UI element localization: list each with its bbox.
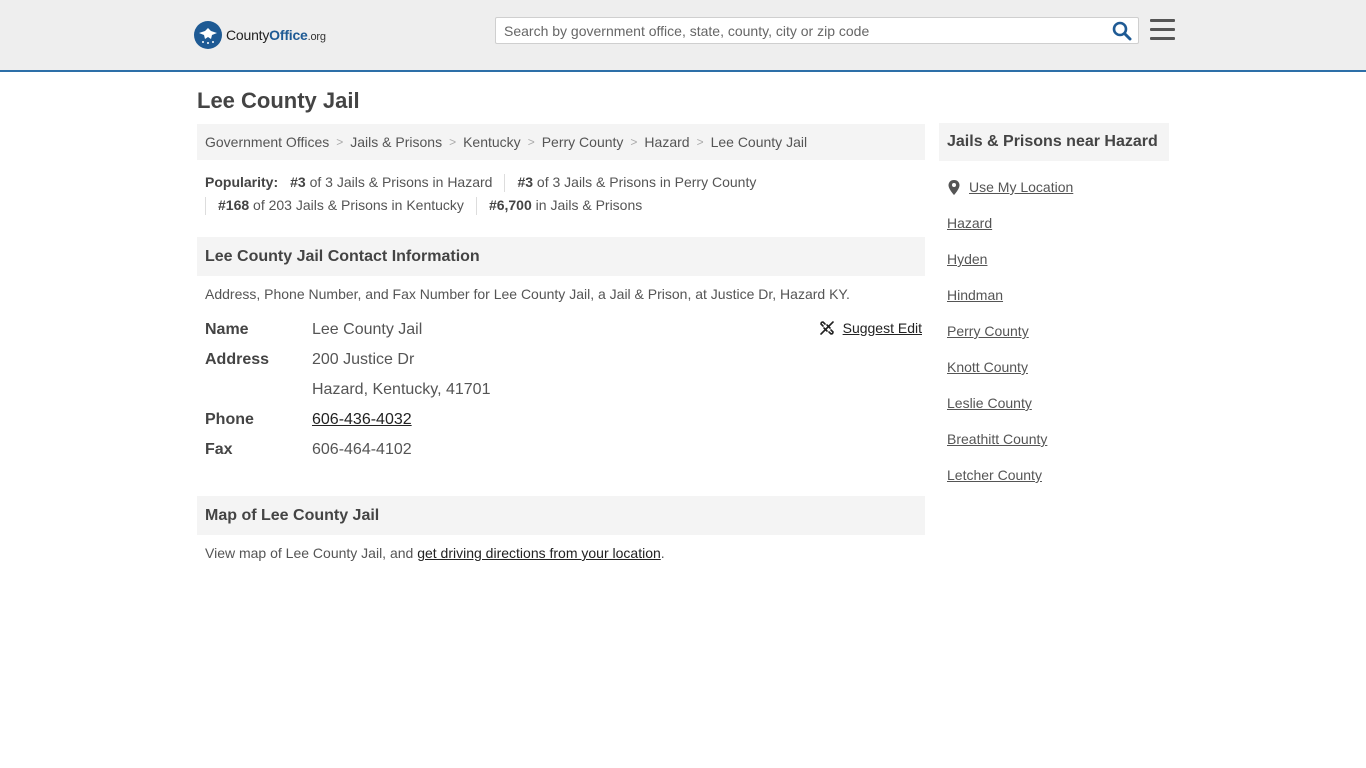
divider <box>504 173 506 192</box>
logo-main: County <box>226 27 270 43</box>
phone-link[interactable]: 606-436-4032 <box>312 411 412 428</box>
breadcrumb-hazard[interactable]: Hazard <box>644 134 689 150</box>
address-row: Address 200 Justice Dr <box>205 345 925 375</box>
divider <box>205 196 206 215</box>
breadcrumb-separator-icon: > <box>527 135 535 149</box>
address-row-2: Hazard, Kentucky, 41701 <box>205 375 925 405</box>
breadcrumb-current: Lee County Jail <box>710 134 808 150</box>
contact-description: Address, Phone Number, and Fax Number fo… <box>205 286 850 302</box>
suggest-edit-link[interactable]: Suggest Edit <box>819 320 922 336</box>
breadcrumb-separator-icon: > <box>336 135 344 149</box>
popularity-panel: Popularity: #3 of 3 Jails & Prisons in H… <box>205 171 756 217</box>
address-line2: Hazard, Kentucky, 41701 <box>312 381 491 398</box>
breadcrumb-government-offices[interactable]: Government Offices <box>205 134 329 150</box>
popularity-label: Popularity: <box>205 174 279 190</box>
use-location-row: Use My Location <box>947 177 1073 213</box>
sidebar-links: Use My Location Hazard Hyden Hindman Per… <box>947 177 1073 501</box>
map-section-heading: Map of Lee County Jail <box>197 496 925 535</box>
suggest-edit-label: Suggest Edit <box>842 320 922 336</box>
eagle-seal-icon <box>194 21 222 49</box>
phone-row: Phone 606-436-4032 <box>205 405 925 435</box>
breadcrumb-jails-prisons[interactable]: Jails & Prisons <box>350 134 442 150</box>
sidebar-link-perry-county[interactable]: Perry County <box>947 321 1073 357</box>
logo-bold: Office <box>269 27 308 43</box>
address-line1: 200 Justice Dr <box>312 351 415 368</box>
contact-section-heading: Lee County Jail Contact Information <box>197 237 925 276</box>
popularity-item: #3 of 3 Jails & Prisons in Perry County <box>517 174 757 190</box>
breadcrumb-separator-icon: > <box>630 135 638 149</box>
sidebar-link-hazard[interactable]: Hazard <box>947 213 1073 249</box>
search-icon[interactable] <box>1112 21 1132 41</box>
name-value: Lee County Jail <box>312 321 423 338</box>
map-pin-icon <box>948 180 960 195</box>
use-my-location-link[interactable]: Use My Location <box>969 177 1073 213</box>
popularity-item: #168 of 203 Jails & Prisons in Kentucky <box>218 197 464 213</box>
sidebar-heading: Jails & Prisons near Hazard <box>939 123 1169 161</box>
search-box <box>495 17 1139 44</box>
fax-value: 606-464-4102 <box>312 441 412 458</box>
sidebar-link-leslie-county[interactable]: Leslie County <box>947 393 1073 429</box>
logo-tld: .org <box>307 31 326 43</box>
sidebar-link-breathitt-county[interactable]: Breathitt County <box>947 429 1073 465</box>
search-input[interactable] <box>496 18 1112 43</box>
sidebar-link-hindman[interactable]: Hindman <box>947 285 1073 321</box>
breadcrumb-separator-icon: > <box>696 135 704 149</box>
driving-directions-link[interactable]: get driving directions from your locatio… <box>417 545 661 561</box>
sidebar-link-knott-county[interactable]: Knott County <box>947 357 1073 393</box>
popularity-item: #3 of 3 Jails & Prisons in Hazard <box>290 174 493 190</box>
address-label: Address <box>205 351 270 368</box>
phone-label: Phone <box>205 411 254 428</box>
fax-label: Fax <box>205 441 233 458</box>
sidebar-link-letcher-county[interactable]: Letcher County <box>947 465 1073 501</box>
name-row: Name Lee County Jail <box>205 315 925 345</box>
divider <box>475 196 477 215</box>
contact-details: Suggest Edit Name Lee County Jail Addres… <box>205 315 925 465</box>
site-logo[interactable]: CountyOffice.org <box>194 20 326 50</box>
name-label: Name <box>205 321 249 338</box>
hamburger-menu-icon[interactable] <box>1150 19 1175 41</box>
breadcrumb-kentucky[interactable]: Kentucky <box>463 134 521 150</box>
breadcrumb: Government Offices > Jails & Prisons > K… <box>197 124 925 160</box>
unlink-icon <box>819 321 834 335</box>
breadcrumb-separator-icon: > <box>449 135 457 149</box>
popularity-item: #6,700 in Jails & Prisons <box>488 197 643 213</box>
top-bar: CountyOffice.org <box>0 0 1366 72</box>
fax-row: Fax 606-464-4102 <box>205 435 925 465</box>
page-title: Lee County Jail <box>197 88 360 113</box>
logo-text: CountyOffice.org <box>226 27 326 43</box>
sidebar-link-hyden[interactable]: Hyden <box>947 249 1073 285</box>
breadcrumb-perry-county[interactable]: Perry County <box>542 134 624 150</box>
map-description: View map of Lee County Jail, and get dri… <box>205 545 665 561</box>
